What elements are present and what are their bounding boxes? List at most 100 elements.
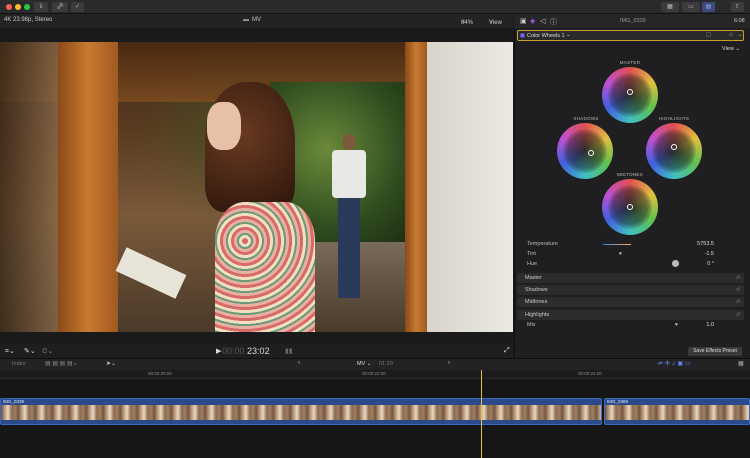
playhead[interactable]: [481, 370, 482, 458]
zoom-value: 64%: [461, 20, 474, 26]
temperature-label: Temperature: [527, 241, 558, 247]
save-effects-preset-button[interactable]: Save Effects Preset: [688, 347, 742, 356]
clip-name-label: IMG_0339: [620, 18, 646, 24]
section-midtones-label: Midtones: [525, 299, 548, 305]
format-label: 4K 23.98p, Stereo: [4, 17, 53, 23]
shadows-color-wheel[interactable]: [557, 123, 613, 179]
background-tasks-button[interactable]: ✓: [71, 2, 84, 12]
play-icon[interactable]: ▶: [216, 347, 221, 355]
reset-icon[interactable]: ↺: [736, 312, 740, 318]
hue-row: Hue 0 °: [517, 260, 744, 269]
blinds: [0, 42, 58, 332]
ruler-mark: 00:00:20:00: [148, 371, 172, 376]
history-back-icon[interactable]: ‹: [298, 360, 300, 366]
section-midtones[interactable]: Midtones ↺: [517, 297, 744, 307]
master-color-wheel[interactable]: [602, 67, 658, 123]
keyframe-icon[interactable]: ◇: [729, 32, 733, 38]
timeline-clip[interactable]: IMG_0339: [0, 398, 602, 425]
view-menu[interactable]: View ⌄: [489, 17, 502, 26]
wood-pillar-left: [58, 42, 118, 332]
audio-inspector-icon[interactable]: ◁: [540, 17, 545, 25]
effects-browser-icon[interactable]: ▦: [738, 360, 744, 367]
timeline-project-menu[interactable]: MV ⌄: [357, 361, 371, 367]
project-name: MV: [252, 17, 261, 23]
section-shadows-label: Shadows: [525, 287, 548, 293]
viewer-bottom-spacer: [0, 332, 513, 344]
man-figure: [330, 134, 370, 309]
mix-label: Mix: [527, 322, 536, 328]
chevron-down-icon: ⌄: [566, 32, 571, 38]
viewer-video-frame[interactable]: [0, 42, 513, 332]
keywords-button[interactable]: 🗝: [52, 2, 68, 12]
color-inspector-icon[interactable]: ◈: [530, 17, 535, 25]
section-master-label: Master: [525, 275, 542, 281]
mix-value[interactable]: 1.0: [706, 322, 714, 328]
timeline-ruler[interactable]: 00:00:20:00 00:00:22:00 00:00:24:00: [0, 370, 750, 379]
tint-slider[interactable]: ♥: [619, 251, 622, 257]
history-forward-icon[interactable]: ›: [448, 360, 450, 366]
close-window-button[interactable]: [6, 4, 12, 10]
temperature-value[interactable]: 5753.5: [697, 241, 714, 247]
info-inspector-icon[interactable]: ⓘ: [550, 17, 557, 27]
inspector-toggle-icon[interactable]: ▤: [702, 2, 715, 12]
woman-figure: [185, 82, 335, 332]
browser-toggle-icon[interactable]: ▦: [661, 2, 679, 12]
index-button[interactable]: Index: [12, 361, 25, 367]
enhance-icon[interactable]: ✎⌄: [24, 347, 36, 355]
tint-label: Tint: [527, 251, 536, 257]
select-tool-icon[interactable]: ➤⌄: [106, 360, 116, 367]
mask-icon[interactable]: ▢: [706, 32, 711, 38]
clip-filmstrip: [605, 405, 749, 420]
book: [115, 247, 187, 299]
viewer-header: 4K 23.98p, Stereo ▬ MV 64% ⌄ View ⌄: [0, 14, 513, 28]
midtones-color-wheel[interactable]: [602, 179, 658, 235]
reset-icon[interactable]: ↺: [736, 287, 740, 293]
minimize-window-button[interactable]: [15, 4, 21, 10]
highlights-color-wheel[interactable]: [646, 123, 702, 179]
inspector-view-label: View: [722, 46, 734, 52]
wood-pillar-right: [405, 42, 427, 332]
viewer-spacer: [0, 28, 513, 42]
section-highlights[interactable]: Highlights ↺: [517, 310, 744, 320]
video-inspector-icon[interactable]: ▣: [520, 17, 527, 25]
section-master[interactable]: Master ↺: [517, 273, 744, 283]
share-icon[interactable]: ⇧: [731, 2, 744, 12]
master-wheel-label: MASTER: [619, 60, 641, 65]
inspector-view-menu[interactable]: View ⌄: [722, 46, 740, 52]
timeline-clip[interactable]: IMG_0369: [604, 398, 750, 425]
transform-icon[interactable]: ⌗⌄: [5, 347, 15, 356]
highlights-wheel-label: HIGHLIGHTS: [658, 116, 690, 121]
inspector-tabs: ▣ ◈ ◁ ⓘ IMG_0339 6:08: [514, 14, 750, 28]
effect-menu-icon[interactable]: ⌄: [738, 32, 743, 38]
edit-buttons-icon[interactable]: ▤ ▤ ▤ ▤⌄: [45, 360, 78, 367]
white-wall: [427, 42, 513, 332]
mix-slider[interactable]: ♥: [675, 322, 678, 328]
clip-filmstrip: [1, 405, 601, 420]
temperature-row: Temperature 5753.5: [517, 240, 744, 249]
clip-name: IMG_0339: [3, 399, 25, 404]
section-shadows[interactable]: Shadows ↺: [517, 285, 744, 295]
hue-dial[interactable]: [672, 260, 679, 267]
fullscreen-icon[interactable]: ⤢: [504, 347, 510, 355]
temperature-slider[interactable]: [603, 244, 631, 245]
mix-row: Mix ♥ 1.0: [517, 321, 744, 330]
timeline-toggle-icon[interactable]: ▭: [682, 2, 700, 12]
speed-icon[interactable]: ⏲⌄: [42, 347, 53, 356]
hue-value[interactable]: 0 °: [707, 261, 714, 267]
import-button[interactable]: ⇓: [34, 2, 48, 12]
reset-icon[interactable]: ↺: [736, 299, 740, 305]
project-icon: ▬: [243, 17, 249, 23]
timecode-value: 23:02: [247, 346, 270, 356]
clip-name: IMG_0369: [607, 399, 629, 404]
color-wheels-icon: ◼: [520, 33, 525, 39]
tint-row: Tint ♥ -1.5: [517, 250, 744, 259]
zoom-window-button[interactable]: [24, 4, 30, 10]
zoom-menu[interactable]: 64% ⌄: [461, 17, 473, 26]
timecode-dim: 00:00: [222, 346, 245, 356]
view-label: View: [489, 20, 502, 26]
reset-icon[interactable]: ↺: [736, 275, 740, 281]
clip-appearance-icons[interactable]: ⇌ ✣ ♫ ▣ ▭: [658, 360, 691, 367]
timeline-duration: 01:20: [379, 361, 393, 367]
tint-value[interactable]: -1.5: [705, 251, 714, 257]
effect-selector[interactable]: ◼ Color Wheels 1 ⌄ ▢ ◇ ⌄: [517, 30, 744, 41]
